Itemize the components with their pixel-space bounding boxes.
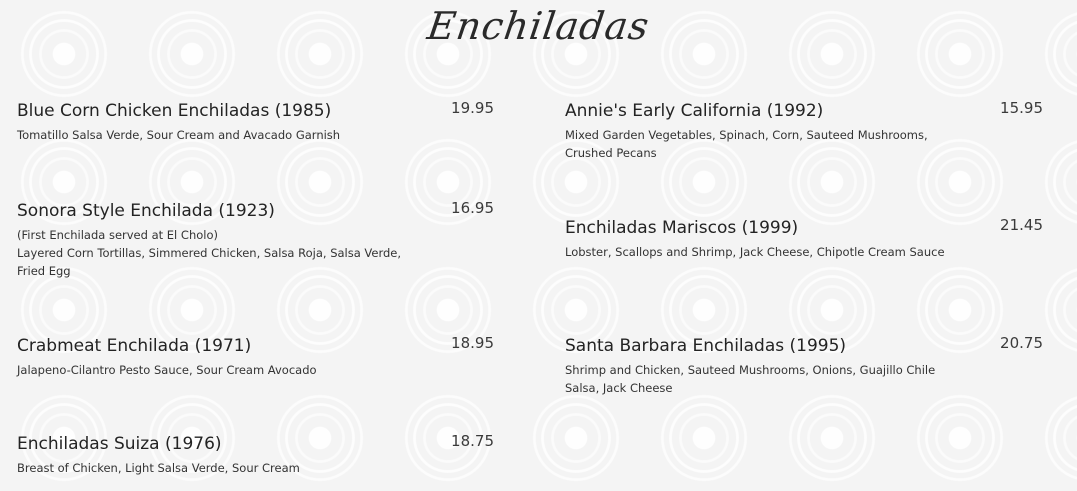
description-line: (First Enchilada served at El Cholo) — [17, 228, 218, 242]
menu-page: Enchiladas Blue Corn Chicken Enchiladas … — [0, 0, 1077, 491]
description-line: Mixed Garden Vegetables, Spinach, Corn, … — [565, 128, 928, 160]
menu-item-price: 18.75 — [451, 432, 494, 450]
menu-item-description: Mixed Garden Vegetables, Spinach, Corn, … — [565, 126, 955, 162]
menu-item-price: 19.95 — [451, 99, 494, 117]
menu-item-description: Shrimp and Chicken, Sauteed Mushrooms, O… — [565, 361, 955, 397]
description-line: Tomatillo Salsa Verde, Sour Cream and Av… — [17, 128, 341, 142]
description-line: Jalapeno-Cilantro Pesto Sauce, Sour Crea… — [17, 363, 317, 377]
menu-item-description: Lobster, Scallops and Shrimp, Jack Chees… — [565, 243, 955, 261]
menu-item-price: 21.45 — [1000, 216, 1043, 234]
menu-item-description: Breast of Chicken, Light Salsa Verde, So… — [17, 459, 417, 477]
menu-item-description: Jalapeno-Cilantro Pesto Sauce, Sour Crea… — [17, 361, 417, 379]
menu-item-description: (First Enchilada served at El Cholo) Lay… — [17, 226, 417, 280]
description-line: Lobster, Scallops and Shrimp, Jack Chees… — [565, 245, 945, 259]
menu-item-price: 15.95 — [1000, 99, 1043, 117]
description-line: Shrimp and Chicken, Sauteed Mushrooms, O… — [565, 363, 936, 395]
menu-item-price: 18.95 — [451, 334, 494, 352]
section-title: Enchiladas — [424, 4, 653, 48]
menu-item-description: Tomatillo Salsa Verde, Sour Cream and Av… — [17, 126, 417, 144]
menu-item-price: 16.95 — [451, 199, 494, 217]
description-line: Breast of Chicken, Light Salsa Verde, So… — [17, 461, 300, 475]
description-line: Layered Corn Tortillas, Simmered Chicken… — [17, 246, 402, 278]
menu-item-price: 20.75 — [1000, 334, 1043, 352]
